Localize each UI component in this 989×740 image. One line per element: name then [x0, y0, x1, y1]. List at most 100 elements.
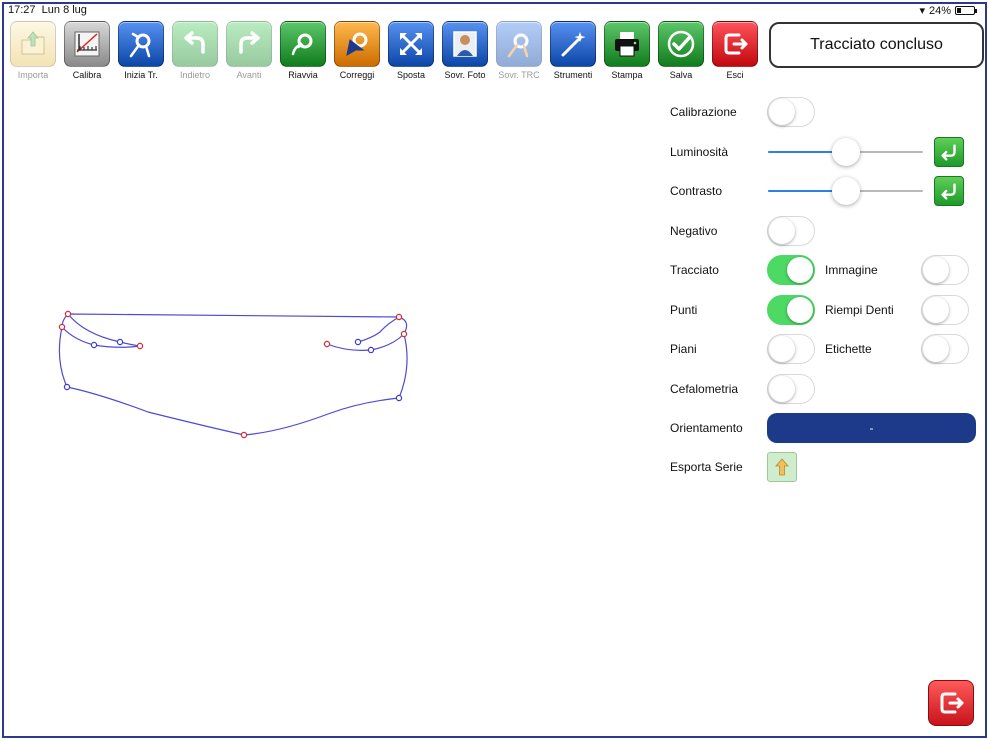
ruler-calibrate-icon: [64, 21, 110, 67]
contrasto-label: Contrasto: [670, 184, 723, 198]
trace-point[interactable]: [367, 346, 375, 354]
trace-right-curve-upper: [357, 316, 400, 343]
toggle-knob: [923, 336, 949, 362]
exit-fab-button[interactable]: [928, 680, 974, 726]
toolbar-button-avanti[interactable]: Avanti: [226, 21, 272, 80]
contrasto-slider[interactable]: [768, 176, 923, 206]
negativo-label: Negativo: [670, 224, 718, 238]
toolbar-button-stampa[interactable]: Stampa: [604, 21, 650, 80]
redo-arrow-icon: [226, 21, 272, 67]
undo-arrow-icon: [172, 21, 218, 67]
trace-outline: [58, 313, 408, 436]
checkmark-save-icon: [658, 21, 704, 67]
esporta-serie-button[interactable]: [767, 452, 797, 482]
orientamento-value: -: [869, 421, 874, 435]
luminosita-slider[interactable]: [768, 137, 923, 167]
toolbar-label: Stampa: [611, 70, 643, 80]
toggle-knob: [769, 376, 795, 402]
status-date: Lun 8 lug: [41, 4, 87, 16]
toolbar-button-riavvia[interactable]: Riavvia: [280, 21, 326, 80]
toolbar-button-calibra[interactable]: Calibra: [64, 21, 110, 80]
toolbar-label: Inizia Tr.: [124, 70, 158, 80]
immagine-toggle[interactable]: [921, 255, 969, 285]
trace-point[interactable]: [64, 310, 72, 318]
tracciato-toggle[interactable]: [767, 255, 815, 285]
status-bar-right: ▾ 24%: [919, 4, 977, 17]
piani-toggle[interactable]: [767, 334, 815, 364]
slider-thumb[interactable]: [831, 177, 860, 205]
trace-point[interactable]: [90, 341, 98, 349]
trace-point[interactable]: [58, 323, 66, 331]
toolbar-label: Esci: [726, 70, 744, 80]
toolbar-button-importa[interactable]: Importa: [10, 21, 56, 80]
piani-label: Piani: [670, 342, 697, 356]
trace-canvas[interactable]: [40, 290, 440, 460]
toolbar-button-esci[interactable]: Esci: [712, 21, 758, 80]
trace-status-label: Tracciato concluso: [810, 36, 943, 53]
toggle-knob: [769, 218, 795, 244]
toolbar-button-sovr-foto[interactable]: Sovr. Foto: [442, 21, 488, 80]
toolbar-button-sposta[interactable]: Sposta: [388, 21, 434, 80]
toolbar-button-sovr-trc[interactable]: Sovr. TRC: [496, 21, 542, 80]
toolbar-label: Importa: [17, 70, 49, 80]
trace-point[interactable]: [63, 383, 71, 391]
exit-door-icon: [940, 692, 964, 714]
restart-trace-icon: [280, 21, 326, 67]
riempi-denti-toggle[interactable]: [921, 295, 969, 325]
toolbar-label: Sovr. TRC: [498, 70, 540, 80]
orientamento-button[interactable]: -: [767, 413, 976, 443]
trace-point[interactable]: [323, 340, 331, 348]
luminosita-reset-button[interactable]: [934, 137, 964, 167]
exit-door-icon: [712, 21, 758, 67]
negativo-toggle[interactable]: [767, 216, 815, 246]
toolbar-label: Salva: [669, 70, 693, 80]
punti-label: Punti: [670, 303, 698, 317]
esporta-serie-label: Esporta Serie: [670, 460, 743, 474]
status-time: 17:27: [8, 4, 36, 16]
toggle-knob: [923, 257, 949, 283]
calibrazione-toggle[interactable]: [767, 97, 815, 127]
trace-point[interactable]: [395, 394, 403, 402]
trace-point[interactable]: [116, 338, 124, 346]
toggle-knob: [787, 297, 813, 323]
correct-cursor-icon: [334, 21, 380, 67]
punti-toggle[interactable]: [767, 295, 815, 325]
toggle-knob: [787, 257, 813, 283]
overlay-trace-icon: [496, 21, 542, 67]
move-arrows-icon: [388, 21, 434, 67]
reset-arrow-icon: [941, 183, 956, 200]
etichette-toggle[interactable]: [921, 334, 969, 364]
toolbar-label: Calibra: [72, 70, 102, 80]
trace-right-curve-lower: [326, 333, 405, 351]
trace-point[interactable]: [240, 431, 248, 439]
toolbar-button-correggi[interactable]: Correggi: [334, 21, 380, 80]
overlay-photo-icon: [442, 21, 488, 67]
trace-left-curve-upper: [67, 313, 141, 347]
orientamento-label: Orientamento: [670, 421, 743, 435]
trace-status-button[interactable]: Tracciato concluso: [769, 22, 984, 68]
trace-point[interactable]: [354, 338, 362, 346]
battery-icon: [955, 6, 977, 15]
toolbar-button-indietro[interactable]: Indietro: [172, 21, 218, 80]
toolbar-label: Sovr. Foto: [444, 70, 486, 80]
slider-thumb[interactable]: [831, 138, 860, 166]
cefalometria-toggle[interactable]: [767, 374, 815, 404]
toolbar-label: Strumenti: [553, 70, 593, 80]
contrasto-reset-button[interactable]: [934, 176, 964, 206]
trace-point[interactable]: [136, 342, 144, 350]
battery-percent: 24%: [928, 4, 951, 17]
folder-import-icon: [10, 21, 56, 67]
toolbar-button-strumenti[interactable]: Strumenti: [550, 21, 596, 80]
toggle-knob: [923, 297, 949, 323]
calibrazione-label: Calibrazione: [670, 105, 737, 119]
main-toolbar: Importa Calibra Inizia Tr. Indietro Avanti Ri…: [10, 21, 758, 80]
tracciato-label: Tracciato: [670, 263, 719, 277]
toolbar-button-salva[interactable]: Salva: [658, 21, 704, 80]
export-up-arrow-icon: [775, 458, 789, 476]
toolbar-button-inizia[interactable]: Inizia Tr.: [118, 21, 164, 80]
start-trace-icon: [118, 21, 164, 67]
status-bar-time: 17:27 Lun 8 lug: [8, 4, 87, 16]
etichette-label: Etichette: [825, 342, 872, 356]
trace-point[interactable]: [400, 330, 408, 338]
trace-point[interactable]: [395, 313, 403, 321]
